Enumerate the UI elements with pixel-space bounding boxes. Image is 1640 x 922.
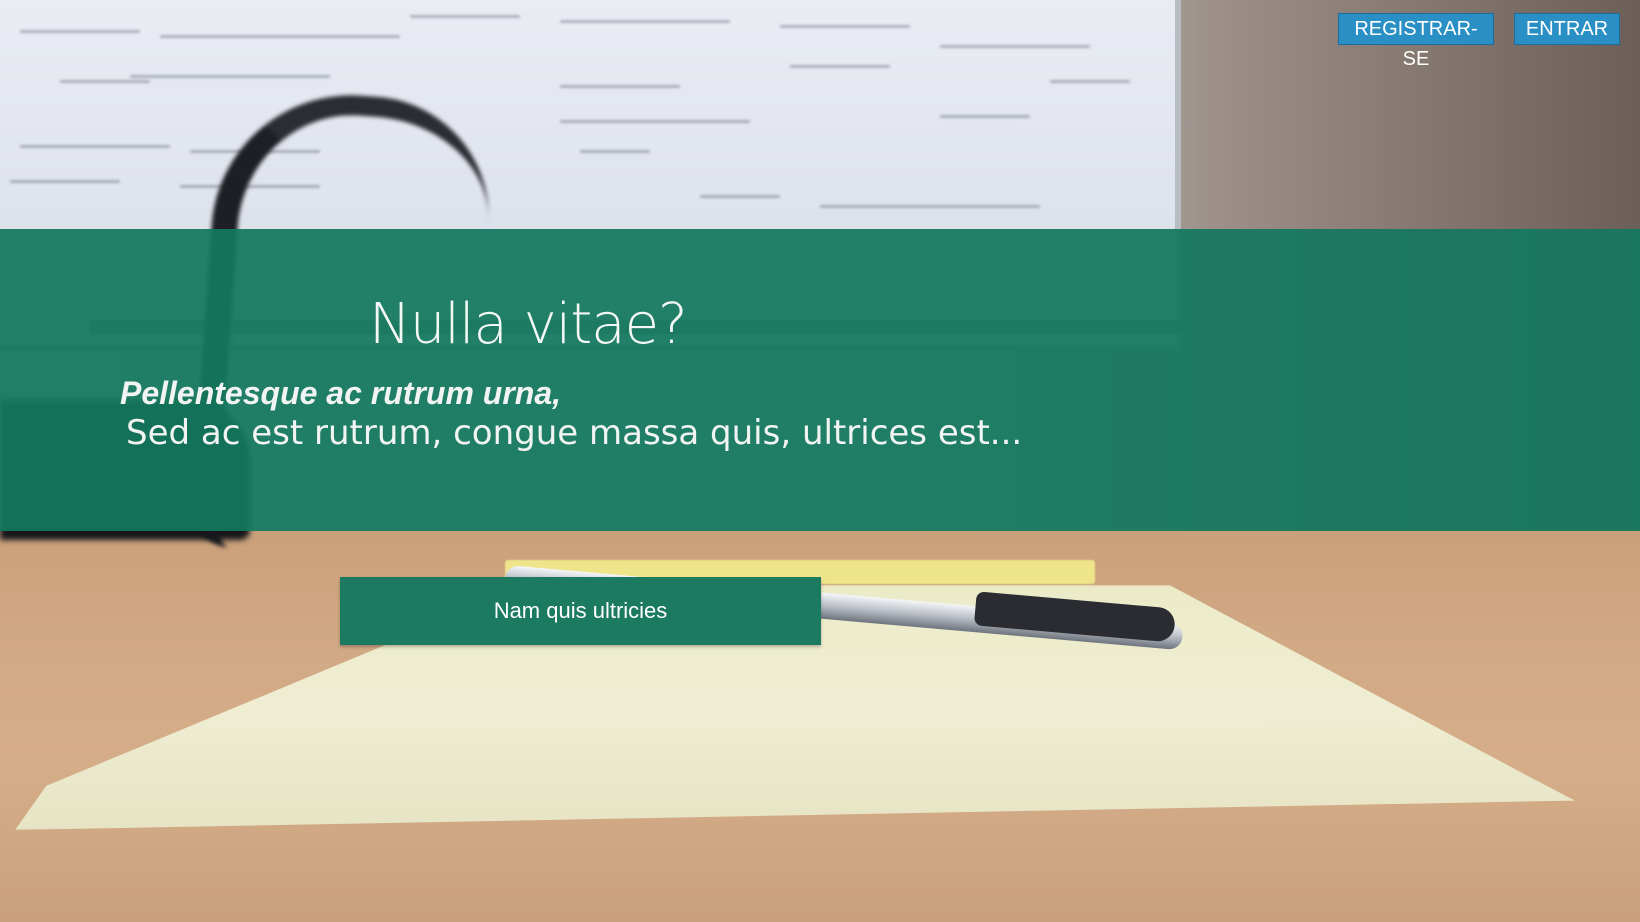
hero-subtitle: Sed ac est rutrum, congue massa quis, ul… <box>126 413 1023 453</box>
cta-button[interactable]: Nam quis ultricies <box>340 577 821 645</box>
register-button[interactable]: REGISTRAR-SE <box>1338 13 1494 70</box>
hero-title: Nulla vitae? <box>369 292 688 357</box>
login-button[interactable]: ENTRAR <box>1514 13 1620 45</box>
hero-subtitle-bold: Pellentesque ac rutrum urna, <box>120 375 562 411</box>
landing-page: Nulla vitae? Pellentesque ac rutrum urna… <box>0 0 1640 922</box>
top-nav: REGISTRAR-SE ENTRAR <box>1338 13 1620 70</box>
